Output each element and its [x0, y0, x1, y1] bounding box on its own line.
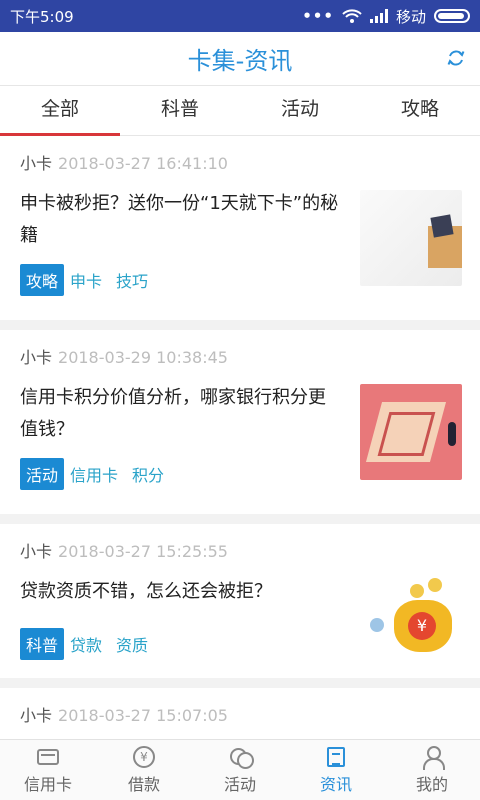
article-date: 2018-03-27 15:25:55 [58, 542, 228, 561]
article-date: 2018-03-29 10:38:45 [58, 348, 228, 367]
keyword-tag[interactable]: 贷款 [70, 632, 102, 656]
article-author: 小卡 [20, 542, 53, 561]
user-icon [422, 746, 445, 770]
category-tag[interactable]: 科普 [20, 628, 65, 660]
article-thumbnail: ¥ [360, 570, 462, 666]
nav-label: 活动 [223, 775, 256, 794]
credit-card-icon [37, 749, 59, 765]
wifi-icon [342, 9, 362, 23]
article-date: 2018-03-27 15:07:05 [58, 706, 228, 725]
keyword-tag[interactable]: 申卡 [70, 268, 102, 292]
nav-label: 资讯 [319, 775, 352, 794]
nav-label: 我的 [415, 775, 448, 794]
status-bar: 下午5:09 ••• 移动 [0, 0, 480, 32]
keyword-tag[interactable]: 信用卡 [70, 462, 118, 486]
nav-mine[interactable]: 我的 [384, 740, 480, 800]
keyword-tag[interactable]: 资质 [116, 632, 148, 656]
nav-news[interactable]: 资讯 [288, 740, 384, 800]
tab-science[interactable]: 科普 [120, 86, 240, 135]
article-title: 信用卡积分价值分析，哪家银行积分更值钱？ [20, 387, 326, 440]
article-title: 申卡被秒拒？送你一份“1天就下卡”的秘籍 [20, 193, 339, 246]
category-tag[interactable]: 攻略 [20, 264, 65, 296]
keyword-tag[interactable]: 积分 [132, 462, 164, 486]
tab-activity[interactable]: 活动 [240, 86, 360, 135]
battery-icon [434, 9, 470, 23]
article-author: 小卡 [20, 706, 53, 725]
bottom-nav: 信用卡 ¥ 借款 活动 资讯 我的 [0, 739, 480, 800]
article-date: 2018-03-27 16:41:10 [58, 154, 228, 173]
article-card[interactable]: 小卡 2018-03-27 15:25:55 贷款资质不错，怎么还会被拒？ 科普 … [0, 524, 480, 678]
news-icon [327, 747, 345, 767]
signal-icon [369, 9, 388, 23]
article-author: 小卡 [20, 348, 53, 367]
status-time: 下午5:09 [10, 7, 74, 26]
yen-symbol: ¥ [408, 612, 436, 640]
nav-credit-card[interactable]: 信用卡 [0, 740, 96, 800]
category-tabs: 全部 科普 活动 攻略 [0, 86, 480, 136]
nav-activity[interactable]: 活动 [192, 740, 288, 800]
article-card[interactable]: 小卡 2018-03-27 16:41:10 申卡被秒拒？送你一份“1天就下卡”的… [0, 136, 480, 320]
refresh-icon[interactable] [446, 48, 466, 72]
article-thumbnail [360, 190, 462, 286]
article-meta: 小卡 2018-03-27 15:07:05 [20, 704, 460, 728]
keyword-tag[interactable]: 技巧 [116, 268, 148, 292]
article-feed[interactable]: 小卡 2018-03-27 16:41:10 申卡被秒拒？送你一份“1天就下卡”的… [0, 136, 480, 739]
nav-label: 借款 [127, 775, 160, 794]
nav-loan[interactable]: ¥ 借款 [96, 740, 192, 800]
article-card[interactable]: 小卡 2018-03-29 10:38:45 信用卡积分价值分析，哪家银行积分更值… [0, 330, 480, 514]
page-title: 卡集-资讯 [187, 47, 293, 75]
carrier-label: 移动 [395, 7, 426, 26]
activity-chat-icon [230, 748, 254, 769]
app-header: 卡集-资讯 [0, 32, 480, 86]
nav-label: 信用卡 [23, 775, 72, 794]
notification-dots-icon: ••• [302, 7, 334, 25]
article-author: 小卡 [20, 154, 53, 173]
category-tag[interactable]: 活动 [20, 458, 65, 490]
article-thumbnail [360, 384, 462, 480]
article-card[interactable]: 小卡 2018-03-27 15:07:05 [0, 688, 480, 739]
article-title: 贷款资质不错，怎么还会被拒？ [20, 581, 272, 602]
article-meta: 小卡 2018-03-29 10:38:45 [20, 346, 460, 370]
article-meta: 小卡 2018-03-27 16:41:10 [20, 152, 460, 176]
tab-guide[interactable]: 攻略 [360, 86, 480, 135]
article-meta: 小卡 2018-03-27 15:25:55 [20, 540, 460, 564]
loan-coin-icon: ¥ [133, 746, 155, 768]
tab-all[interactable]: 全部 [0, 86, 120, 136]
